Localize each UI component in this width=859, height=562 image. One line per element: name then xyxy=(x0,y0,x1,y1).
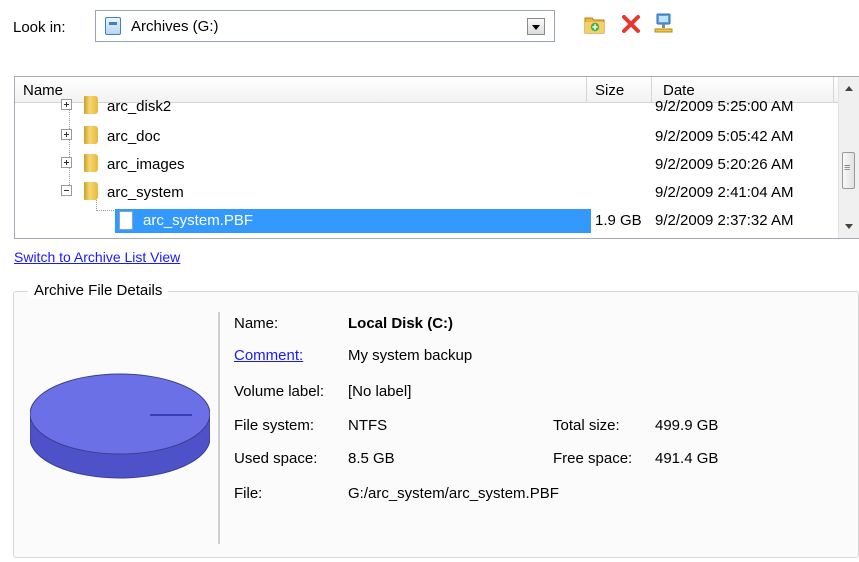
details-divider xyxy=(218,312,221,544)
name-label: Name: xyxy=(234,315,279,332)
look-in-label: Look in: xyxy=(13,19,66,36)
file-system-value: NTFS xyxy=(348,417,388,434)
chevron-down-icon[interactable] xyxy=(527,18,545,35)
free-space-value: 491.4 GB xyxy=(655,450,719,467)
tree-row-selected[interactable]: arc_system.PBF 1.9 GB 9/2/2009 2:37:32 A… xyxy=(15,207,839,233)
row-name: arc_system.PBF xyxy=(143,212,254,229)
tree-row[interactable]: arc_images 9/2/2009 5:20:26 AM xyxy=(15,151,839,177)
row-name: arc_images xyxy=(107,156,185,173)
comment-value: My system backup xyxy=(348,347,473,364)
scroll-up-icon[interactable] xyxy=(845,86,853,91)
look-in-value: Archives (G:) xyxy=(131,18,219,35)
tree-row[interactable]: arc_doc 9/2/2009 5:05:42 AM xyxy=(15,123,839,149)
collapse-icon[interactable] xyxy=(61,185,72,196)
expand-icon[interactable] xyxy=(61,99,72,110)
used-space-label: Used space: xyxy=(234,450,318,467)
row-size: 1.9 GB xyxy=(595,212,642,229)
switch-to-list-view-link[interactable]: Switch to Archive List View xyxy=(14,249,180,265)
volume-label-value: [No label] xyxy=(348,383,412,400)
file-label: File: xyxy=(234,485,263,502)
delete-icon[interactable] xyxy=(619,12,643,36)
scrollbar-thumb[interactable] xyxy=(842,152,855,189)
total-size-value: 499.9 GB xyxy=(655,417,719,434)
folder-icon xyxy=(84,96,98,114)
tree-row[interactable]: arc_system 9/2/2009 2:41:04 AM xyxy=(15,179,839,205)
vertical-scrollbar[interactable] xyxy=(838,77,859,238)
expand-icon[interactable] xyxy=(61,157,72,168)
folder-icon xyxy=(84,126,98,144)
file-icon xyxy=(119,211,133,230)
comment-link[interactable]: Comment: xyxy=(234,347,303,364)
network-icon[interactable] xyxy=(652,12,676,36)
volume-label-label: Volume label: xyxy=(234,383,325,400)
row-date: 9/2/2009 5:25:00 AM xyxy=(655,98,794,115)
expand-icon[interactable] xyxy=(61,129,72,140)
drive-icon xyxy=(105,17,121,35)
row-date: 9/2/2009 2:41:04 AM xyxy=(655,184,794,201)
folder-icon xyxy=(84,182,98,200)
used-space-value: 8.5 GB xyxy=(348,450,395,467)
disk-icon xyxy=(30,373,210,479)
new-folder-icon[interactable] xyxy=(583,12,607,36)
free-space-label: Free space: xyxy=(553,450,633,467)
file-system-label: File system: xyxy=(234,417,315,434)
tree-row[interactable]: arc_disk2 9/2/2009 5:25:00 AM xyxy=(15,93,839,119)
file-path-value: G:/arc_system/arc_system.PBF xyxy=(348,485,559,502)
details-group-title: Archive File Details xyxy=(28,282,169,299)
look-in-dropdown[interactable]: Archives (G:) xyxy=(95,10,555,42)
row-date: 9/2/2009 5:20:26 AM xyxy=(655,156,794,173)
name-value: Local Disk (C:) xyxy=(348,315,454,332)
folder-icon xyxy=(84,154,98,172)
row-date: 9/2/2009 5:05:42 AM xyxy=(655,128,794,145)
row-name: arc_system xyxy=(107,184,184,201)
scroll-down-icon[interactable] xyxy=(845,224,853,229)
archive-tree-view[interactable]: Name Size Date arc_disk2 9/2/2009 5:25:0… xyxy=(14,76,859,239)
total-size-label: Total size: xyxy=(553,417,620,434)
row-name: arc_disk2 xyxy=(107,98,172,115)
row-date: 9/2/2009 2:37:32 AM xyxy=(655,212,794,229)
row-name: arc_doc xyxy=(107,128,161,145)
